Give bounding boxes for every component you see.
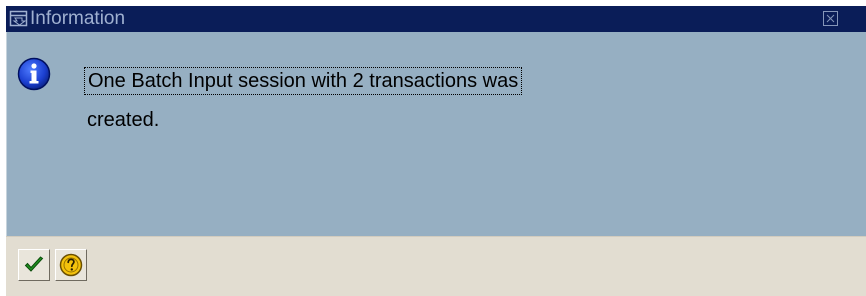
info-icon — [17, 57, 51, 91]
message-line-1: One Batch Input session with 2 transacti… — [83, 67, 523, 95]
question-mark-icon — [59, 253, 83, 277]
dialog-message: One Batch Input session with 2 transacti… — [83, 62, 647, 140]
checkmark-icon — [24, 256, 44, 272]
close-button[interactable] — [823, 11, 838, 26]
continue-button[interactable] — [18, 249, 50, 281]
dialog-titlebar: Information — [6, 6, 866, 32]
message-line-2: created. — [87, 109, 160, 131]
dialog-window-icon — [9, 9, 29, 29]
help-button[interactable] — [55, 249, 87, 281]
information-dialog: Information One Batch Input session with… — [6, 6, 866, 296]
dialog-message-area: One Batch Input session with 2 transacti… — [6, 32, 866, 236]
close-icon — [826, 14, 835, 23]
dialog-button-bar — [6, 236, 866, 296]
dialog-title: Information — [30, 8, 126, 29]
